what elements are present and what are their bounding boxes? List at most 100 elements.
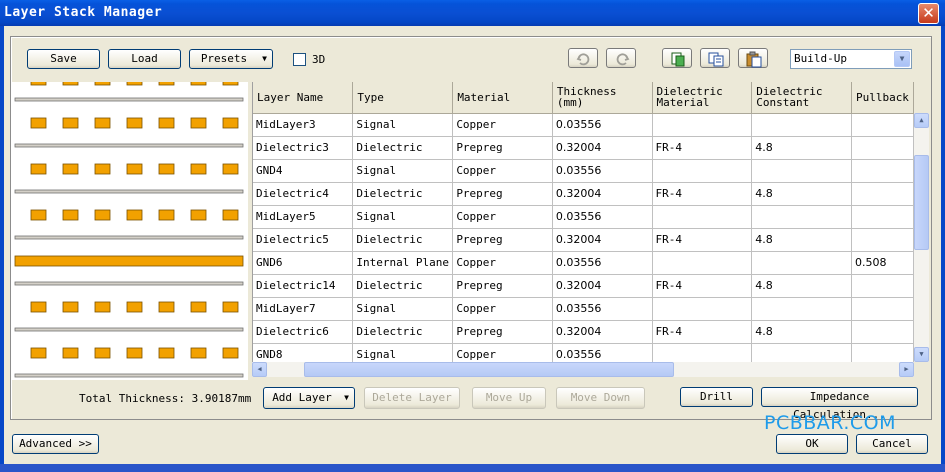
grid-cell[interactable]: FR-4 <box>652 136 753 160</box>
grid-cell[interactable]: Prepreg <box>452 136 553 160</box>
move-down-button[interactable]: Move Down <box>556 387 645 409</box>
grid-horizontal-scrollbar[interactable]: ◀ ▶ <box>252 362 914 377</box>
grid-cell[interactable] <box>851 113 914 137</box>
grid-cell[interactable]: Prepreg <box>452 182 553 206</box>
table-row[interactable]: Dielectric14 Dielectric Prepreg 0.32004 FR-4… <box>253 274 914 298</box>
grid-cell[interactable]: Prepreg <box>452 228 553 252</box>
grid-cell[interactable]: 4.8 <box>751 228 852 252</box>
grid-cell[interactable] <box>652 205 753 229</box>
move-up-button[interactable]: Move Up <box>472 387 546 409</box>
grid-cell[interactable]: Internal Plane <box>352 251 454 275</box>
grid-cell[interactable]: Dielectric6 <box>253 320 354 344</box>
impedance-calculation-button[interactable]: Impedance Calculation... <box>761 387 918 421</box>
delete-layer-button[interactable]: Delete Layer <box>364 387 460 409</box>
build-mode-select[interactable]: Build-Up ▼ <box>790 49 912 69</box>
grid-cell[interactable]: 4.8 <box>751 320 852 344</box>
grid-cell[interactable]: GND8 <box>253 343 354 362</box>
paste-button[interactable] <box>738 48 768 68</box>
grid-cell[interactable]: Signal <box>352 113 454 137</box>
column-header[interactable]: Layer Name <box>253 82 354 114</box>
grid-cell[interactable]: Copper <box>452 205 553 229</box>
grid-cell[interactable] <box>751 343 852 362</box>
redo-button[interactable] <box>606 48 636 68</box>
presets-button[interactable]: Presets ▼ <box>189 49 273 69</box>
grid-cell[interactable]: 0.03556 <box>552 251 653 275</box>
grid-cell[interactable]: 4.8 <box>751 182 852 206</box>
grid-cell[interactable] <box>851 343 914 362</box>
grid-cell[interactable]: Signal <box>352 297 454 321</box>
scroll-right-icon[interactable]: ▶ <box>899 362 914 377</box>
grid-cell[interactable]: 0.03556 <box>552 113 653 137</box>
grid-cell[interactable]: Signal <box>352 343 454 362</box>
grid-cell[interactable]: Prepreg <box>452 274 553 298</box>
grid-cell[interactable]: 0.32004 <box>552 136 653 160</box>
grid-cell[interactable]: 0.508 <box>851 251 914 275</box>
grid-cell[interactable] <box>851 205 914 229</box>
grid-cell[interactable]: 0.32004 <box>552 274 653 298</box>
grid-cell[interactable] <box>652 297 753 321</box>
grid-cell[interactable]: FR-4 <box>652 274 753 298</box>
grid-cell[interactable]: 4.8 <box>751 136 852 160</box>
advanced-button[interactable]: Advanced >> <box>12 434 99 454</box>
table-row[interactable]: MidLayer5 Signal Copper 0.03556 <box>253 205 914 229</box>
grid-cell[interactable]: FR-4 <box>652 182 753 206</box>
grid-cell[interactable]: Dielectric14 <box>253 274 354 298</box>
table-row[interactable]: Dielectric3 Dielectric Prepreg 0.32004 FR-4 4… <box>253 136 914 160</box>
table-row[interactable]: GND8 Signal Copper 0.03556 <box>253 343 914 362</box>
grid-cell[interactable]: GND6 <box>253 251 354 275</box>
grid-cell[interactable]: Dielectric <box>352 136 454 160</box>
column-header[interactable]: Material <box>452 82 553 114</box>
grid-cell[interactable] <box>751 251 852 275</box>
scroll-thumb[interactable] <box>304 362 674 377</box>
grid-cell[interactable]: MidLayer3 <box>253 113 354 137</box>
grid-cell[interactable] <box>851 297 914 321</box>
grid-cell[interactable]: Dielectric <box>352 182 454 206</box>
grid-cell[interactable] <box>751 113 852 137</box>
scroll-thumb[interactable] <box>914 155 929 250</box>
grid-cell[interactable]: FR-4 <box>652 228 753 252</box>
table-row[interactable]: MidLayer7 Signal Copper 0.03556 <box>253 297 914 321</box>
ok-button[interactable]: OK <box>776 434 848 454</box>
grid-cell[interactable] <box>851 159 914 183</box>
table-row[interactable]: GND4 Signal Copper 0.03556 <box>253 159 914 183</box>
grid-cell[interactable]: 4.8 <box>751 274 852 298</box>
add-layer-button[interactable]: Add Layer ▼ <box>263 387 355 409</box>
column-header[interactable]: Type <box>352 82 454 114</box>
table-row[interactable]: MidLayer3 Signal Copper 0.03556 <box>253 113 914 137</box>
table-row[interactable]: Dielectric4 Dielectric Prepreg 0.32004 FR-4 4… <box>253 182 914 206</box>
grid-cell[interactable]: Copper <box>452 297 553 321</box>
grid-cell[interactable] <box>851 228 914 252</box>
grid-cell[interactable]: MidLayer7 <box>253 297 354 321</box>
grid-cell[interactable]: Dielectric <box>352 228 454 252</box>
grid-cell[interactable]: 0.32004 <box>552 320 653 344</box>
grid-cell[interactable] <box>751 205 852 229</box>
grid-cell[interactable] <box>652 251 753 275</box>
grid-cell[interactable]: Dielectric <box>352 274 454 298</box>
grid-cell[interactable] <box>851 274 914 298</box>
grid-cell[interactable] <box>652 343 753 362</box>
close-button[interactable]: ✕ <box>918 3 939 24</box>
grid-cell[interactable]: GND4 <box>253 159 354 183</box>
grid-cell[interactable] <box>652 159 753 183</box>
grid-cell[interactable]: 0.32004 <box>552 182 653 206</box>
grid-cell[interactable]: Dielectric <box>352 320 454 344</box>
scroll-left-icon[interactable]: ◀ <box>252 362 267 377</box>
grid-cell[interactable] <box>751 159 852 183</box>
grid-cell[interactable] <box>851 136 914 160</box>
grid-vertical-scrollbar[interactable]: ▲ ▼ <box>914 113 929 362</box>
grid-cell[interactable]: 0.03556 <box>552 159 653 183</box>
load-button[interactable]: Load <box>108 49 181 69</box>
column-header[interactable]: Thickness (mm) <box>552 82 653 114</box>
grid-cell[interactable]: Prepreg <box>452 320 553 344</box>
column-header[interactable]: Pullback <box>851 82 914 114</box>
column-header[interactable]: Dielectric Material <box>652 82 753 114</box>
table-row[interactable]: Dielectric6 Dielectric Prepreg 0.32004 FR-4 4… <box>253 320 914 344</box>
grid-cell[interactable] <box>851 182 914 206</box>
grid-cell[interactable]: FR-4 <box>652 320 753 344</box>
table-row[interactable]: Dielectric5 Dielectric Prepreg 0.32004 FR-4 4… <box>253 228 914 252</box>
scroll-up-icon[interactable]: ▲ <box>914 113 929 128</box>
grid-cell[interactable]: Copper <box>452 159 553 183</box>
chevron-down-icon[interactable]: ▼ <box>894 51 910 67</box>
scroll-down-icon[interactable]: ▼ <box>914 347 929 362</box>
undo-button[interactable] <box>568 48 598 68</box>
